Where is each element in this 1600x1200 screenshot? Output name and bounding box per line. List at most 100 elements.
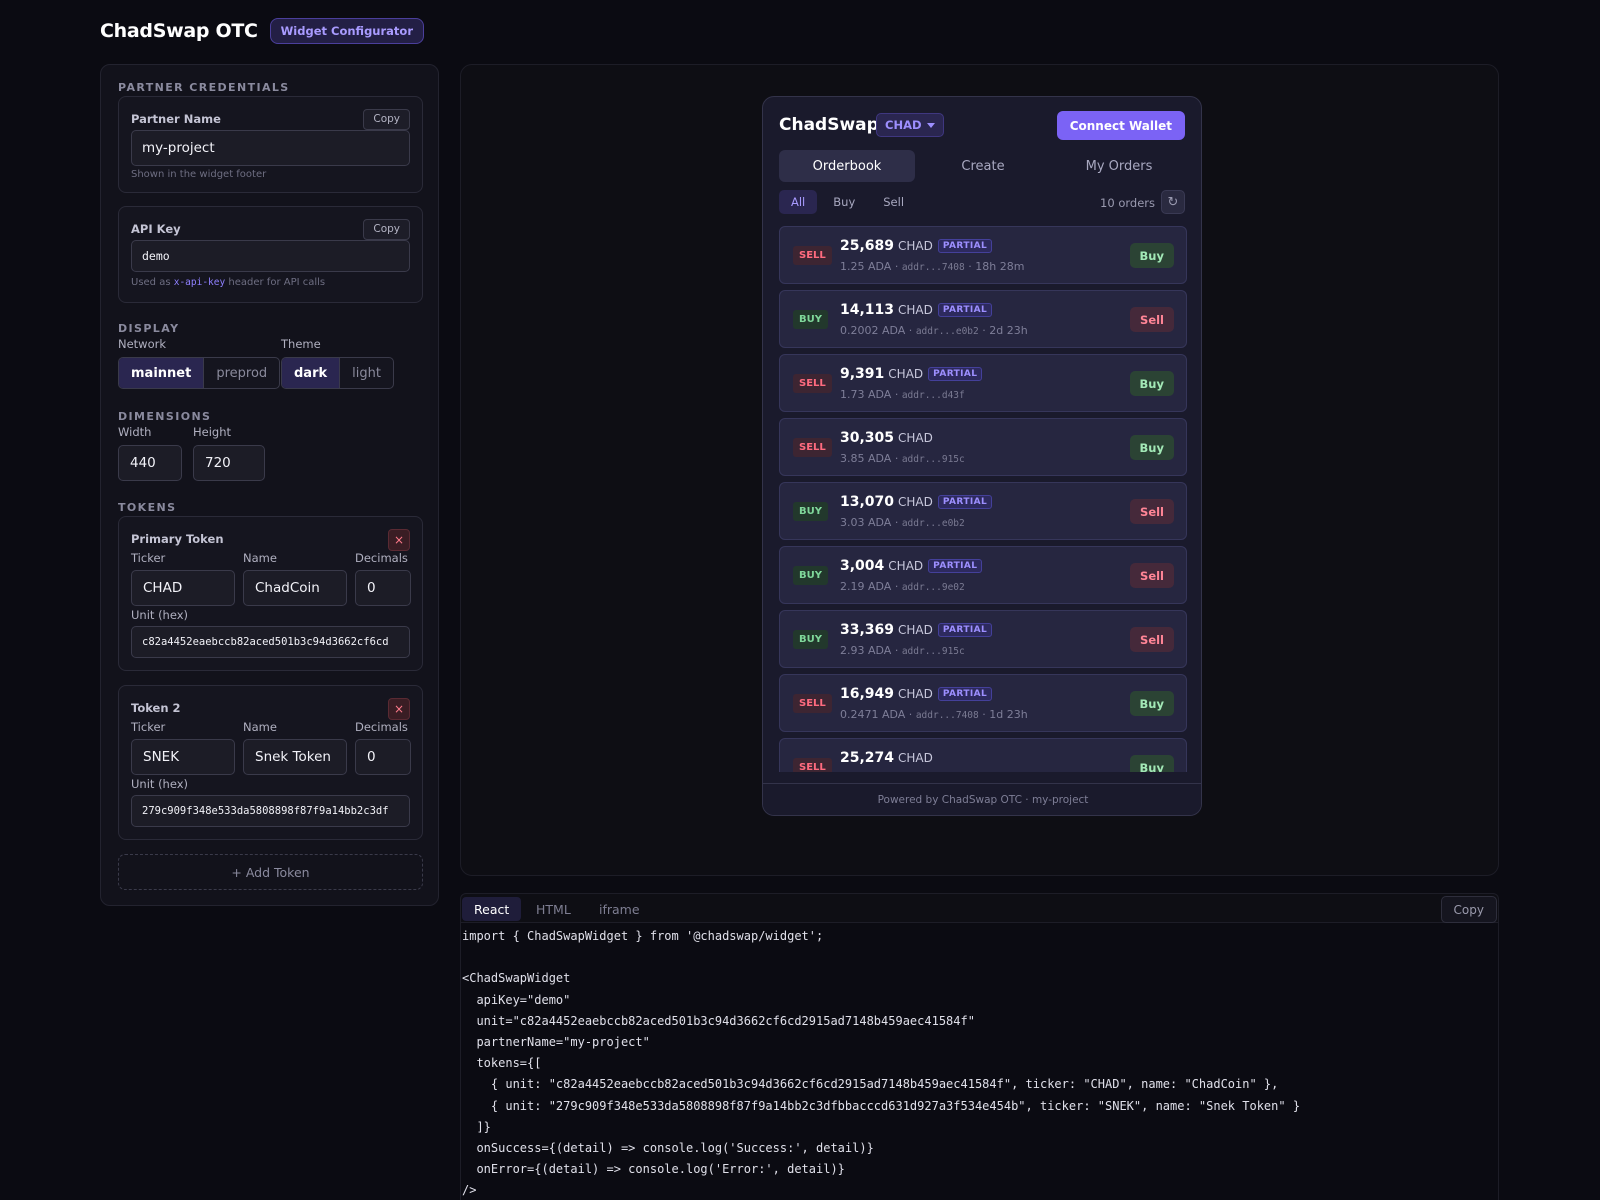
order-row: BUY 3,004 CHAD PARTIAL 2.19 ADA · addr...9e0… — [779, 546, 1187, 604]
order-amount-value: 25,274 — [840, 750, 895, 766]
partner-name-box: Partner Name Copy my-project Shown in th… — [118, 96, 423, 193]
order-row: BUY 14,113 CHAD PARTIAL 0.2002 ADA · addr...… — [779, 290, 1187, 348]
width-label: Width — [118, 425, 152, 439]
order-side-badge: SELL — [793, 374, 832, 393]
order-action-button[interactable]: Sell — [1130, 563, 1174, 588]
api-key-box: API Key Copy demo Used as x-api-key head… — [118, 206, 423, 303]
token-name-input[interactable]: ChadCoin — [243, 570, 347, 606]
connect-wallet-button[interactable]: Connect Wallet — [1056, 111, 1185, 140]
order-action-button[interactable]: Buy — [1129, 755, 1174, 772]
unit-hex-input[interactable]: c82a4452eaebccb82aced501b3c94d3662cf6cd — [131, 626, 410, 658]
token-card-primary: Primary Token × Ticker Name Decimals CHA… — [118, 516, 423, 671]
order-ticker: CHAD — [898, 239, 933, 253]
filter-sell[interactable]: Sell — [871, 190, 916, 214]
order-price: 2.19 ADA — [840, 580, 892, 593]
tab-react[interactable]: React — [462, 897, 522, 921]
order-row: SELL 16,949 CHAD PARTIAL 0.2471 ADA · addr..… — [779, 674, 1187, 732]
ticker-input[interactable]: SNEK — [131, 739, 235, 775]
order-side-badge: SELL — [793, 438, 832, 457]
order-time: 1d 23h — [989, 708, 1028, 721]
token-title: Token 2 — [131, 701, 181, 715]
remove-token-button[interactable]: × — [388, 698, 410, 720]
partner-name-hint: Shown in the widget footer — [131, 169, 267, 180]
unit-label: Unit (hex) — [131, 608, 189, 622]
order-ticker: CHAD — [898, 495, 933, 509]
code-line: unit="c82a4452eaebccb82aced501b3c94d3662… — [462, 1013, 975, 1028]
order-amount: 30,305 CHAD — [840, 430, 933, 446]
network-toggle: mainnet preprod — [118, 357, 281, 389]
order-amount: 16,949 CHAD PARTIAL — [840, 686, 993, 702]
tab-create[interactable]: Create — [915, 150, 1051, 182]
order-ticker: CHAD — [888, 559, 924, 573]
partner-name-input[interactable]: my-project — [131, 130, 410, 166]
order-meta: 3.03 ADA · addr...e0b2 — [840, 516, 965, 529]
unit-hex-input[interactable]: 279c909f348e533da5808898f87f9a14bb2c3df — [131, 795, 410, 827]
add-token-button[interactable]: + Add Token — [118, 854, 423, 890]
theme-option-light[interactable]: light — [339, 358, 393, 388]
meta-separator: · — [891, 260, 902, 273]
section-label-credentials: PARTNER CREDENTIALS — [118, 81, 290, 94]
theme-toggle: dark light — [281, 357, 394, 389]
decimals-input[interactable]: 0 — [355, 570, 411, 606]
unit-label: Unit (hex) — [131, 777, 189, 791]
config-panel: PARTNER CREDENTIALS Partner Name Copy my… — [100, 64, 439, 906]
height-input[interactable]: 720 — [193, 445, 265, 481]
token-selector-label: CHAD — [885, 118, 922, 132]
meta-separator: · — [891, 452, 902, 465]
order-ticker: CHAD — [898, 303, 933, 317]
order-action-button[interactable]: Buy — [1129, 243, 1174, 268]
filter-buy[interactable]: Buy — [821, 190, 867, 214]
order-meta: 0.2471 ADA · addr...7408 · 1d 23h — [840, 708, 1028, 721]
code-snippet: import { ChadSwapWidget } from '@chadswa… — [460, 923, 1499, 1200]
tab-orderbook[interactable]: Orderbook — [779, 150, 915, 182]
tab-iframe[interactable]: iframe — [587, 897, 652, 921]
order-amount-value: 14,113 — [840, 302, 895, 318]
ticker-input[interactable]: CHAD — [131, 570, 235, 606]
copy-partner-name-button[interactable]: Copy — [363, 109, 410, 130]
chevron-down-icon — [926, 122, 935, 128]
partial-badge: PARTIAL — [937, 303, 993, 317]
order-action-button[interactable]: Sell — [1130, 499, 1174, 524]
partial-badge: PARTIAL — [928, 367, 983, 381]
order-amount: 33,369 CHAD PARTIAL — [840, 622, 993, 638]
order-address: addr...e0b2 — [915, 326, 979, 337]
tab-my-orders[interactable]: My Orders — [1051, 150, 1187, 182]
network-option-mainnet[interactable]: mainnet — [119, 358, 204, 388]
order-side-badge: SELL — [793, 246, 832, 265]
filter-all[interactable]: All — [779, 190, 818, 214]
theme-option-dark[interactable]: dark — [282, 358, 340, 388]
widget-tabs: Orderbook Create My Orders — [779, 150, 1187, 182]
order-ticker: CHAD — [898, 751, 933, 765]
theme-label: Theme — [281, 337, 321, 351]
code-line: ]} — [462, 1119, 491, 1134]
order-action-button[interactable]: Buy — [1129, 371, 1174, 396]
copy-api-key-button[interactable]: Copy — [363, 219, 410, 240]
code-line: { unit: "c82a4452eaebccb82aced501b3c94d3… — [462, 1077, 1279, 1092]
api-key-input[interactable]: demo — [131, 240, 410, 272]
meta-separator: · — [891, 516, 902, 529]
remove-token-button[interactable]: × — [388, 529, 410, 551]
order-action-button[interactable]: Sell — [1130, 307, 1174, 332]
order-address: addr...d43f — [901, 390, 965, 401]
order-action-button[interactable]: Buy — [1129, 435, 1174, 460]
order-action-button[interactable]: Buy — [1129, 691, 1174, 716]
api-key-hint-code: x-api-key — [173, 277, 226, 288]
page-header: ChadSwap OTC Widget Configurator — [100, 18, 424, 44]
page-title: ChadSwap OTC — [100, 20, 258, 42]
order-side-badge: SELL — [793, 758, 832, 772]
token-title: Primary Token — [131, 532, 224, 546]
copy-code-button[interactable]: Copy — [1440, 896, 1497, 923]
width-input[interactable]: 440 — [118, 445, 182, 481]
token-selector[interactable]: CHAD — [876, 113, 944, 137]
token-name-input[interactable]: Snek Token — [243, 739, 347, 775]
tab-html[interactable]: HTML — [524, 897, 583, 921]
code-line: { unit: "279c909f348e533da5808898f87f9a1… — [462, 1098, 1301, 1113]
order-count: 10 orders — [1100, 196, 1155, 210]
network-label: Network — [118, 337, 167, 351]
order-action-button[interactable]: Sell — [1130, 627, 1174, 652]
network-option-preprod[interactable]: preprod — [203, 358, 279, 388]
order-price: 1.73 ADA — [840, 388, 892, 401]
refresh-icon[interactable]: ↻ — [1161, 190, 1185, 214]
order-meta: 1.25 ADA · addr...7408 · 18h 28m — [840, 260, 1024, 273]
decimals-input[interactable]: 0 — [355, 739, 411, 775]
